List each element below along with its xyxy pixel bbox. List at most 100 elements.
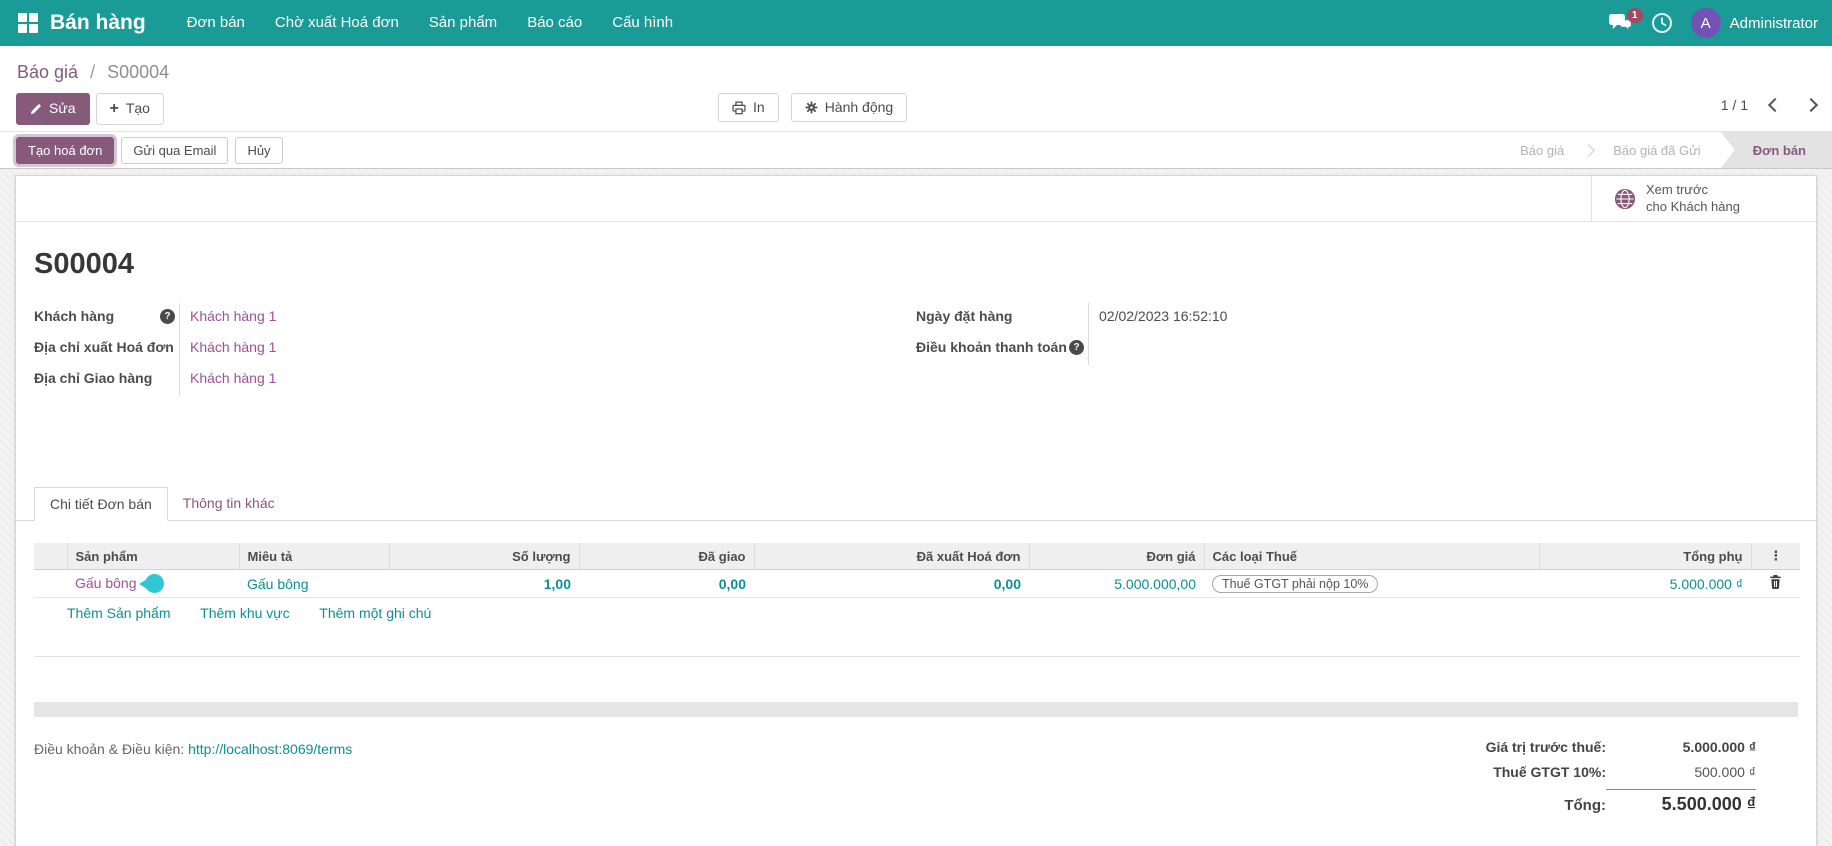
- edit-button[interactable]: Sửa: [16, 93, 90, 125]
- untaxed-amount-value: 5.000.000 ₫: [1682, 738, 1756, 755]
- tax-tag[interactable]: Thuế GTGT phải nộp 10%: [1212, 574, 1379, 593]
- terms-label: Điều khoản & Điều kiện:: [34, 740, 185, 757]
- field-value-delivery-address[interactable]: Khách hàng 1: [179, 365, 916, 396]
- step-don-ban[interactable]: Đơn bán: [1720, 132, 1832, 168]
- form-view-background: Xem trước cho Khách hàng S00004 Khách hà…: [0, 169, 1832, 846]
- cell-product[interactable]: Gấu bông: [67, 569, 239, 598]
- help-icon[interactable]: [1069, 339, 1084, 355]
- untaxed-amount-label: Giá trị trước thuế:: [1485, 738, 1606, 755]
- menu-bao-cao[interactable]: Báo cáo: [512, 0, 597, 46]
- create-invoice-button[interactable]: Tạo hoá đơn: [16, 136, 115, 164]
- field-label-customer: Khách hàng: [34, 303, 179, 324]
- total-label: Tổng:: [1564, 796, 1606, 814]
- product-badge-icon[interactable]: [138, 574, 164, 593]
- pager-previous-icon[interactable]: [1767, 97, 1783, 113]
- row-handle[interactable]: [34, 569, 67, 598]
- add-line-links-row: Thêm Sản phẩm Thêm khu vực Thêm một ghi …: [34, 598, 1800, 629]
- action-button-label: Hành động: [824, 99, 894, 115]
- step-bao-gia-da-gui[interactable]: Báo giá đã Gửi: [1593, 132, 1720, 168]
- send-by-email-button[interactable]: Gửi qua Email: [121, 136, 229, 164]
- tab-other-info[interactable]: Thông tin khác: [168, 487, 290, 521]
- tab-order-lines[interactable]: Chi tiết Đơn bán: [34, 487, 168, 521]
- edit-button-label: Sửa: [49, 100, 76, 117]
- messages-badge: 1: [1626, 7, 1643, 23]
- cell-delivered[interactable]: 0,00: [579, 569, 754, 598]
- order-line-row[interactable]: Gấu bông Gấu bông 1,00 0,00 0,00 5.000.0…: [34, 569, 1800, 598]
- delete-line-cell[interactable]: [1751, 569, 1800, 598]
- pager: 1 / 1: [1720, 97, 1819, 113]
- col-unit-price[interactable]: Đơn giá: [1029, 543, 1205, 570]
- gear-icon: [805, 101, 818, 114]
- statusbar: Tạo hoá đơn Gửi qua Email Hủy Báo giá Bá…: [0, 131, 1832, 169]
- pager-next-icon[interactable]: [1803, 97, 1819, 113]
- col-delivered[interactable]: Đã giao: [579, 543, 755, 570]
- tax-amount-label: Thuế GTGT 10%:: [1493, 763, 1606, 780]
- product-link[interactable]: Gấu bông: [75, 575, 137, 591]
- terms-link[interactable]: http://localhost:8069/terms: [188, 741, 352, 757]
- col-taxes[interactable]: Các loại Thuế: [1204, 543, 1540, 570]
- user-menu[interactable]: A Administrator: [1690, 8, 1818, 38]
- cancel-button[interactable]: Hủy: [235, 136, 283, 164]
- create-button[interactable]: + Tạo: [95, 93, 164, 125]
- menu-don-ban[interactable]: Đơn bán: [172, 0, 260, 46]
- col-quantity[interactable]: Số lượng: [389, 543, 580, 570]
- user-name: Administrator: [1729, 14, 1818, 32]
- add-section-link[interactable]: Thêm khu vực: [200, 605, 290, 621]
- plus-icon: +: [109, 100, 119, 117]
- globe-icon: [1614, 188, 1636, 209]
- top-navbar: Bán hàng Đơn bán Chờ xuất Hoá đơn Sản ph…: [0, 0, 1832, 46]
- breadcrumb-divider: /: [90, 62, 96, 82]
- customer-preview-button[interactable]: Xem trước cho Khách hàng: [1591, 176, 1816, 221]
- help-icon[interactable]: [160, 308, 175, 324]
- order-title: S00004: [34, 248, 134, 280]
- status-steps: Báo giá Báo giá đã Gửi Đơn bán: [1500, 132, 1832, 168]
- pencil-icon: [30, 104, 41, 114]
- trash-icon[interactable]: [1769, 575, 1782, 592]
- field-value-order-date[interactable]: 02/02/2023 16:52:10: [1088, 303, 1798, 334]
- order-lines-table: Sản phẩm Miêu tả Số lượng Đã giao Đã xuấ…: [34, 543, 1800, 657]
- menu-cho-xuat-hoa-don[interactable]: Chờ xuất Hoá đơn: [260, 0, 414, 46]
- add-product-link[interactable]: Thêm Sản phẩm: [67, 605, 171, 621]
- field-value-invoice-address[interactable]: Khách hàng 1: [179, 334, 916, 365]
- sheet-footer: Điều khoản & Điều kiện: http://localhost…: [34, 739, 1798, 824]
- print-button[interactable]: In: [718, 93, 779, 123]
- pager-value: 1 / 1: [1720, 97, 1748, 113]
- tax-amount-row: Thuế GTGT 10%: 500.000 ₫: [1486, 764, 1756, 780]
- cell-taxes[interactable]: Thuế GTGT phải nộp 10%: [1204, 569, 1539, 598]
- app-name[interactable]: Bán hàng: [50, 11, 146, 35]
- col-subtotal[interactable]: Tổng phụ: [1539, 543, 1752, 570]
- col-description[interactable]: Miêu tả: [239, 543, 390, 570]
- apps-menu-icon[interactable]: [18, 13, 38, 33]
- sheet-header-strip: Xem trước cho Khách hàng: [16, 176, 1816, 222]
- action-button[interactable]: Hành động: [790, 93, 908, 123]
- menu-san-pham[interactable]: Sản phẩm: [414, 0, 512, 46]
- activity-clock-icon[interactable]: [1651, 12, 1673, 34]
- col-invoiced[interactable]: Đã xuất Hoá đơn: [754, 543, 1030, 570]
- col-product[interactable]: Sản phẩm: [67, 543, 240, 570]
- cell-invoiced[interactable]: 0,00: [754, 569, 1029, 598]
- section-divider: [34, 701, 1798, 717]
- notebook-tabs: Chi tiết Đơn bán Thông tin khác: [16, 486, 1816, 521]
- step-bao-gia[interactable]: Báo giá: [1500, 132, 1584, 168]
- total-value: 5.500.000 ₫: [1606, 788, 1756, 815]
- cell-quantity[interactable]: 1,00: [389, 569, 579, 598]
- handle-column-header: [34, 543, 68, 570]
- untaxed-amount-row: Giá trị trước thuế: 5.000.000 ₫: [1486, 739, 1756, 755]
- cell-unit-price[interactable]: 5.000.000,00: [1029, 569, 1204, 598]
- field-label-delivery-address: Địa chỉ Giao hàng: [34, 370, 153, 386]
- cell-description[interactable]: Gấu bông: [239, 569, 389, 598]
- field-groups: Khách hàng Khách hàng 1 Địa chỉ xuất Hoá…: [34, 303, 1798, 396]
- tax-amount-value: 500.000 ₫: [1694, 763, 1756, 780]
- add-note-link[interactable]: Thêm một ghi chú: [319, 605, 431, 621]
- sale-order-sheet: Xem trước cho Khách hàng S00004 Khách hà…: [15, 175, 1817, 846]
- field-value-payment-terms[interactable]: [1088, 334, 1798, 365]
- breadcrumb-parent[interactable]: Báo giá: [17, 62, 78, 82]
- avatar: A: [1690, 8, 1721, 38]
- field-value-customer[interactable]: Khách hàng 1: [179, 303, 916, 334]
- optional-columns-toggle-icon[interactable]: ⋮: [1751, 543, 1800, 570]
- messages-icon[interactable]: 1: [1608, 7, 1643, 33]
- main-menu: Đơn bán Chờ xuất Hoá đơn Sản phẩm Báo cá…: [172, 0, 688, 46]
- field-label-order-date: Ngày đặt hàng: [916, 308, 1013, 324]
- totals-block: Giá trị trước thuế: 5.000.000 ₫ Thuế GTG…: [1486, 739, 1756, 824]
- menu-cau-hinh[interactable]: Cấu hình: [597, 0, 688, 46]
